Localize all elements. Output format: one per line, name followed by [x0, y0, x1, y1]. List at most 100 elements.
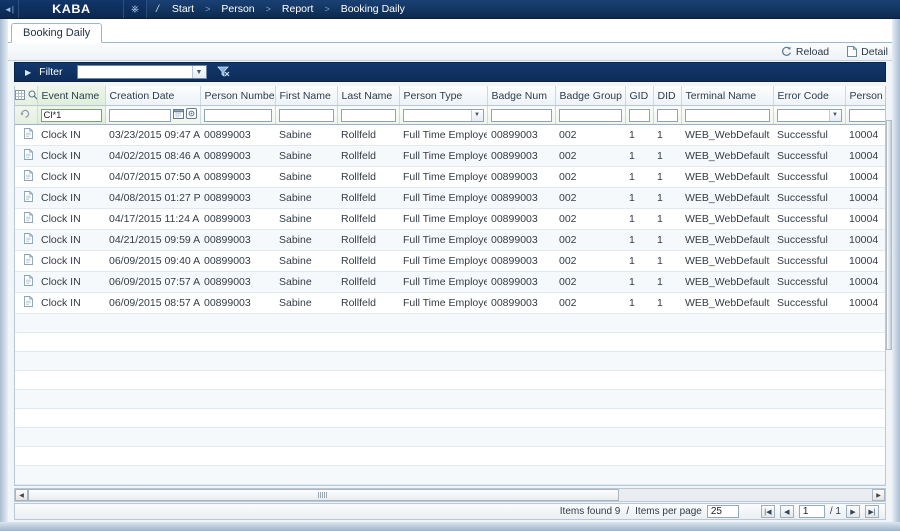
- items-per-page-input[interactable]: 25: [706, 505, 739, 518]
- column-header-last-name[interactable]: Last Name: [337, 86, 400, 106]
- cell-terminal-name: WEB_WebDefault: [681, 145, 773, 167]
- table-grid-icon[interactable]: [15, 89, 28, 102]
- table-row[interactable]: Clock IN 06/09/2015 08:57 AM 00899003 Sabin…: [15, 292, 885, 314]
- column-header-event-name[interactable]: Event Name: [37, 86, 106, 106]
- magnifier-icon[interactable]: [28, 89, 36, 102]
- power-icon[interactable]: ⎈: [124, 0, 147, 18]
- column-header-badge-num[interactable]: Badge Num: [487, 86, 556, 106]
- first-page-icon[interactable]: |◀: [760, 505, 775, 518]
- document-row-icon[interactable]: [23, 254, 33, 268]
- breadcrumb: / Start > Person > Report > Booking Dail…: [147, 0, 900, 18]
- breadcrumb-separator: >: [205, 4, 211, 14]
- filter-select[interactable]: ▼: [76, 65, 207, 79]
- breadcrumb-item-booking-daily[interactable]: Booking Daily: [332, 3, 414, 15]
- filter-input-person-number[interactable]: [203, 108, 272, 122]
- cell-person-type: Full Time Employee: [399, 145, 487, 167]
- filter-input-badge-num[interactable]: [490, 108, 552, 122]
- table-row[interactable]: Clock IN 03/23/2015 09:47 AM 00899003 Sabin…: [15, 124, 885, 146]
- row-detail-cell[interactable]: [15, 292, 37, 314]
- detail-button[interactable]: Detail: [847, 46, 888, 58]
- collapse-left-icon[interactable]: ◄|: [0, 0, 19, 18]
- column-header-gid[interactable]: GID: [625, 86, 654, 106]
- vertical-scroll-thumb[interactable]: [886, 120, 892, 350]
- reload-button[interactable]: Reload: [781, 46, 829, 58]
- table-row[interactable]: Clock IN 06/09/2015 07:57 AM 00899003 Sabin…: [15, 271, 885, 293]
- chevron-down-icon[interactable]: ▼: [828, 109, 841, 121]
- row-detail-cell[interactable]: [15, 271, 37, 293]
- document-row-icon[interactable]: [23, 212, 33, 226]
- cell-event-name: Clock IN: [37, 250, 105, 272]
- tab-booking-daily[interactable]: Booking Daily: [11, 23, 103, 43]
- row-detail-cell[interactable]: [15, 145, 37, 167]
- cell-error-code: Successful: [773, 271, 845, 293]
- document-row-icon[interactable]: [23, 170, 33, 184]
- last-page-icon[interactable]: ▶|: [865, 505, 879, 518]
- expand-right-icon[interactable]: ▶: [25, 68, 31, 77]
- breadcrumb-separator: >: [265, 4, 271, 14]
- filter-input-first-name[interactable]: [278, 108, 334, 122]
- undo-arrow-icon[interactable]: [20, 109, 31, 121]
- chevron-down-icon[interactable]: ▼: [470, 109, 483, 121]
- row-detail-cell[interactable]: [15, 187, 37, 209]
- breadcrumb-item-start[interactable]: Start: [163, 3, 203, 15]
- reload-label: Reload: [795, 45, 830, 58]
- column-header-badge-group[interactable]: Badge Group: [555, 86, 626, 106]
- breadcrumb-item-report[interactable]: Report: [273, 3, 323, 15]
- column-header-creation-date[interactable]: Creation Date: [105, 86, 201, 106]
- filter-input-badge-group[interactable]: [558, 108, 622, 122]
- cell-first-name: Sabine: [275, 145, 337, 167]
- horizontal-scrollbar[interactable]: ◀ ▶: [14, 488, 886, 502]
- column-header-error-code[interactable]: Error Code: [773, 86, 846, 106]
- items-found-label: Items found 9: [559, 506, 621, 517]
- table-row[interactable]: Clock IN 04/07/2015 07:50 AM 00899003 Sabin…: [15, 166, 885, 188]
- column-header-terminal-name[interactable]: Terminal Name: [681, 86, 774, 106]
- document-row-icon[interactable]: [23, 149, 33, 163]
- breadcrumb-item-person[interactable]: Person: [212, 3, 263, 15]
- scroll-right-button[interactable]: ▶: [872, 489, 885, 501]
- filter-clear-icon[interactable]: [216, 66, 230, 78]
- scroll-thumb[interactable]: [28, 489, 619, 501]
- calendar-icon[interactable]: [172, 108, 184, 122]
- column-header-did[interactable]: DID: [653, 86, 682, 106]
- column-header-person-type[interactable]: Person Type: [399, 86, 488, 106]
- table-row[interactable]: Clock IN 04/21/2015 09:59 AM 00899003 Sabin…: [15, 229, 885, 251]
- row-detail-cell[interactable]: [15, 166, 37, 188]
- column-header-person-id[interactable]: Person ID: [845, 86, 885, 106]
- filter-combo-error-code[interactable]: ▼: [776, 108, 842, 122]
- column-header-person-number[interactable]: Person Number: [200, 86, 276, 106]
- row-detail-cell[interactable]: [15, 124, 37, 146]
- document-row-icon[interactable]: [23, 296, 33, 310]
- cell-badge-num: 00899003: [487, 124, 555, 146]
- document-row-icon[interactable]: [23, 191, 33, 205]
- current-page-input[interactable]: 1: [798, 505, 825, 518]
- row-detail-cell[interactable]: [15, 229, 37, 251]
- filter-input-creation-date[interactable]: [108, 108, 171, 122]
- cell-first-name: Sabine: [275, 124, 337, 146]
- table-row[interactable]: Clock IN 04/02/2015 08:46 AM 00899003 Sabin…: [15, 145, 885, 167]
- document-row-icon[interactable]: [23, 128, 33, 142]
- scroll-left-button[interactable]: ◀: [15, 489, 28, 501]
- data-grid: Event Name Creation Date Person Number F…: [14, 86, 886, 486]
- filter-input-event-name[interactable]: Cl*1: [40, 108, 102, 122]
- document-row-icon[interactable]: [23, 233, 33, 247]
- filter-combo-person-type[interactable]: ▼: [402, 108, 484, 122]
- filter-input-gid[interactable]: [628, 108, 650, 122]
- table-row[interactable]: Clock IN 04/17/2015 11:24 AM 00899003 Sabin…: [15, 208, 885, 230]
- filter-input-terminal-name[interactable]: [684, 108, 770, 122]
- chevron-down-icon[interactable]: ▼: [191, 66, 206, 78]
- scroll-track[interactable]: [28, 489, 872, 501]
- document-row-icon[interactable]: [23, 275, 33, 289]
- row-detail-cell[interactable]: [15, 208, 37, 230]
- table-row[interactable]: Clock IN 06/09/2015 09:40 AM 00899003 Sabin…: [15, 250, 885, 272]
- prev-page-icon[interactable]: ◀: [779, 505, 794, 518]
- cell-creation-date: 04/07/2015 07:50 AM: [105, 166, 200, 188]
- next-page-icon[interactable]: ▶: [846, 505, 860, 518]
- filter-input-last-name[interactable]: [340, 108, 396, 122]
- window-left-edge: [0, 19, 8, 531]
- filter-input-did[interactable]: [656, 108, 678, 122]
- column-header-first-name[interactable]: First Name: [275, 86, 338, 106]
- row-detail-cell[interactable]: [15, 250, 37, 272]
- clock-icon[interactable]: [185, 108, 197, 122]
- filter-input-person-id[interactable]: [848, 108, 885, 122]
- table-row[interactable]: Clock IN 04/08/2015 01:27 PM 00899003 Sabin…: [15, 187, 885, 209]
